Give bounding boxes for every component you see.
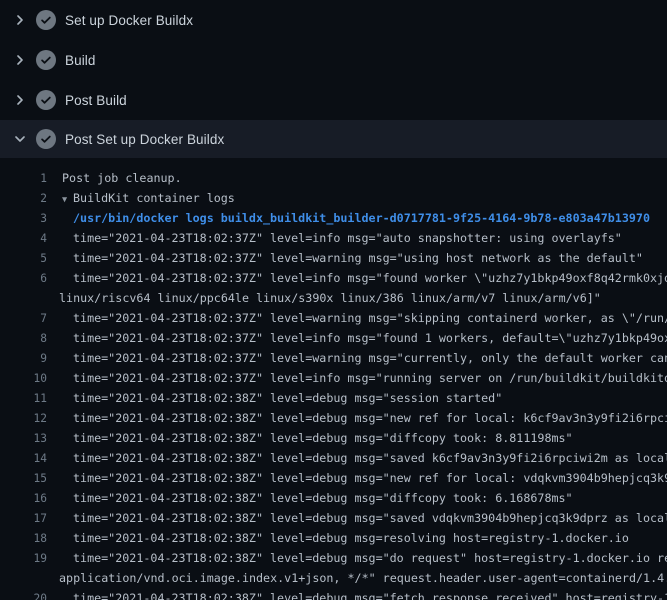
chevron-right-icon: [12, 12, 28, 28]
step-header-set-up-docker-buildx[interactable]: Set up Docker Buildx: [0, 0, 667, 40]
check-circle-icon: [36, 10, 56, 30]
log-line: 16time="2021-04-23T18:02:38Z" level=debu…: [0, 488, 667, 508]
log-group-title: BuildKit container logs: [73, 191, 235, 205]
log-line: 3/usr/bin/docker logs buildx_buildkit_bu…: [0, 208, 667, 228]
log-text: time="2021-04-23T18:02:37Z" level=warnin…: [47, 351, 667, 365]
check-circle-icon: [36, 50, 56, 70]
log-text: linux/riscv64 linux/ppc64le linux/s390x …: [47, 291, 601, 305]
log-line-number[interactable]: 7: [0, 312, 47, 325]
log-viewer: Set up Docker Buildx Build Post Build Post …: [0, 0, 667, 600]
log-line-number[interactable]: 18: [0, 532, 47, 545]
log-line-number[interactable]: 9: [0, 352, 47, 365]
step-header-post-build[interactable]: Post Build: [0, 80, 667, 120]
log-line-number[interactable]: 17: [0, 512, 47, 525]
check-circle-icon: [36, 90, 56, 110]
log-line-number[interactable]: 20: [0, 592, 47, 600]
log-line: 10time="2021-04-23T18:02:37Z" level=info…: [0, 368, 667, 388]
log-text: time="2021-04-23T18:02:37Z" level=info m…: [47, 231, 622, 245]
steps-list: Set up Docker Buildx Build Post Build Post …: [0, 0, 667, 158]
log-line: 13time="2021-04-23T18:02:38Z" level=debu…: [0, 428, 667, 448]
step-header-build[interactable]: Build: [0, 40, 667, 80]
log-text: time="2021-04-23T18:02:38Z" level=debug …: [47, 531, 629, 545]
log-text: time="2021-04-23T18:02:38Z" level=debug …: [47, 451, 667, 465]
log-line-number[interactable]: 12: [0, 412, 47, 425]
log-line: 8time="2021-04-23T18:02:37Z" level=info …: [0, 328, 667, 348]
log-text: time="2021-04-23T18:02:38Z" level=debug …: [47, 411, 667, 425]
log-text: time="2021-04-23T18:02:38Z" level=debug …: [47, 591, 667, 600]
triangle-down-icon: ▼: [62, 195, 73, 205]
log-text: time="2021-04-23T18:02:38Z" level=debug …: [47, 551, 667, 565]
log-text: time="2021-04-23T18:02:37Z" level=warnin…: [47, 251, 643, 265]
log-line: 6time="2021-04-23T18:02:37Z" level=info …: [0, 268, 667, 288]
log-output: 1Post job cleanup.2▼BuildKit container l…: [0, 158, 667, 600]
log-text: time="2021-04-23T18:02:37Z" level=info m…: [47, 331, 667, 345]
log-text: time="2021-04-23T18:02:37Z" level=info m…: [47, 371, 667, 385]
step-title: Set up Docker Buildx: [65, 13, 193, 28]
log-line: application/vnd.oci.image.index.v1+json,…: [0, 568, 667, 588]
log-line: 11time="2021-04-23T18:02:38Z" level=debu…: [0, 388, 667, 408]
log-line-number[interactable]: 11: [0, 392, 47, 405]
log-text: time="2021-04-23T18:02:38Z" level=debug …: [47, 471, 667, 485]
log-text: time="2021-04-23T18:02:38Z" level=debug …: [47, 511, 667, 525]
log-line-number[interactable]: 2: [0, 192, 47, 205]
log-text: Post job cleanup.: [47, 171, 182, 185]
step-title: Post Build: [65, 93, 127, 108]
log-line-number[interactable]: 5: [0, 252, 47, 265]
log-line-number[interactable]: 3: [0, 212, 47, 225]
chevron-down-icon: [12, 131, 28, 147]
log-text: time="2021-04-23T18:02:37Z" level=warnin…: [47, 311, 667, 325]
log-line-number[interactable]: 13: [0, 432, 47, 445]
log-line: 4time="2021-04-23T18:02:37Z" level=info …: [0, 228, 667, 248]
log-text: time="2021-04-23T18:02:37Z" level=info m…: [47, 271, 667, 285]
chevron-right-icon: [12, 52, 28, 68]
log-line: 12time="2021-04-23T18:02:38Z" level=debu…: [0, 408, 667, 428]
log-line-number[interactable]: 15: [0, 472, 47, 485]
log-line: 17time="2021-04-23T18:02:38Z" level=debu…: [0, 508, 667, 528]
step-title: Post Set up Docker Buildx: [65, 132, 224, 147]
log-text: application/vnd.oci.image.index.v1+json,…: [47, 571, 667, 585]
log-line-number[interactable]: 4: [0, 232, 47, 245]
log-line: 14time="2021-04-23T18:02:38Z" level=debu…: [0, 448, 667, 468]
log-line: 1Post job cleanup.: [0, 168, 667, 188]
log-line: 2▼BuildKit container logs: [0, 188, 667, 208]
step-title: Build: [65, 53, 96, 68]
log-text: time="2021-04-23T18:02:38Z" level=debug …: [47, 431, 573, 445]
log-command-text: /usr/bin/docker logs buildx_buildkit_bui…: [47, 211, 650, 225]
log-line-number[interactable]: 10: [0, 372, 47, 385]
log-line-number[interactable]: 19: [0, 552, 47, 565]
log-line: 9time="2021-04-23T18:02:37Z" level=warni…: [0, 348, 667, 368]
log-line-number[interactable]: 1: [0, 172, 47, 185]
log-line: 18time="2021-04-23T18:02:38Z" level=debu…: [0, 528, 667, 548]
log-line: 7time="2021-04-23T18:02:37Z" level=warni…: [0, 308, 667, 328]
chevron-right-icon: [12, 92, 28, 108]
log-line: 19time="2021-04-23T18:02:38Z" level=debu…: [0, 548, 667, 568]
log-line: linux/riscv64 linux/ppc64le linux/s390x …: [0, 288, 667, 308]
log-line-number[interactable]: 16: [0, 492, 47, 505]
log-line: 20time="2021-04-23T18:02:38Z" level=debu…: [0, 588, 667, 600]
check-circle-icon: [36, 129, 56, 149]
log-line: 15time="2021-04-23T18:02:38Z" level=debu…: [0, 468, 667, 488]
log-line-number[interactable]: 14: [0, 452, 47, 465]
log-line-number[interactable]: 6: [0, 272, 47, 285]
log-line-number[interactable]: 8: [0, 332, 47, 345]
log-group-header[interactable]: ▼BuildKit container logs: [47, 191, 235, 205]
log-text: time="2021-04-23T18:02:38Z" level=debug …: [47, 491, 573, 505]
log-line: 5time="2021-04-23T18:02:37Z" level=warni…: [0, 248, 667, 268]
step-header-post-set-up-docker-buildx[interactable]: Post Set up Docker Buildx: [0, 120, 667, 158]
log-text: time="2021-04-23T18:02:38Z" level=debug …: [47, 391, 502, 405]
